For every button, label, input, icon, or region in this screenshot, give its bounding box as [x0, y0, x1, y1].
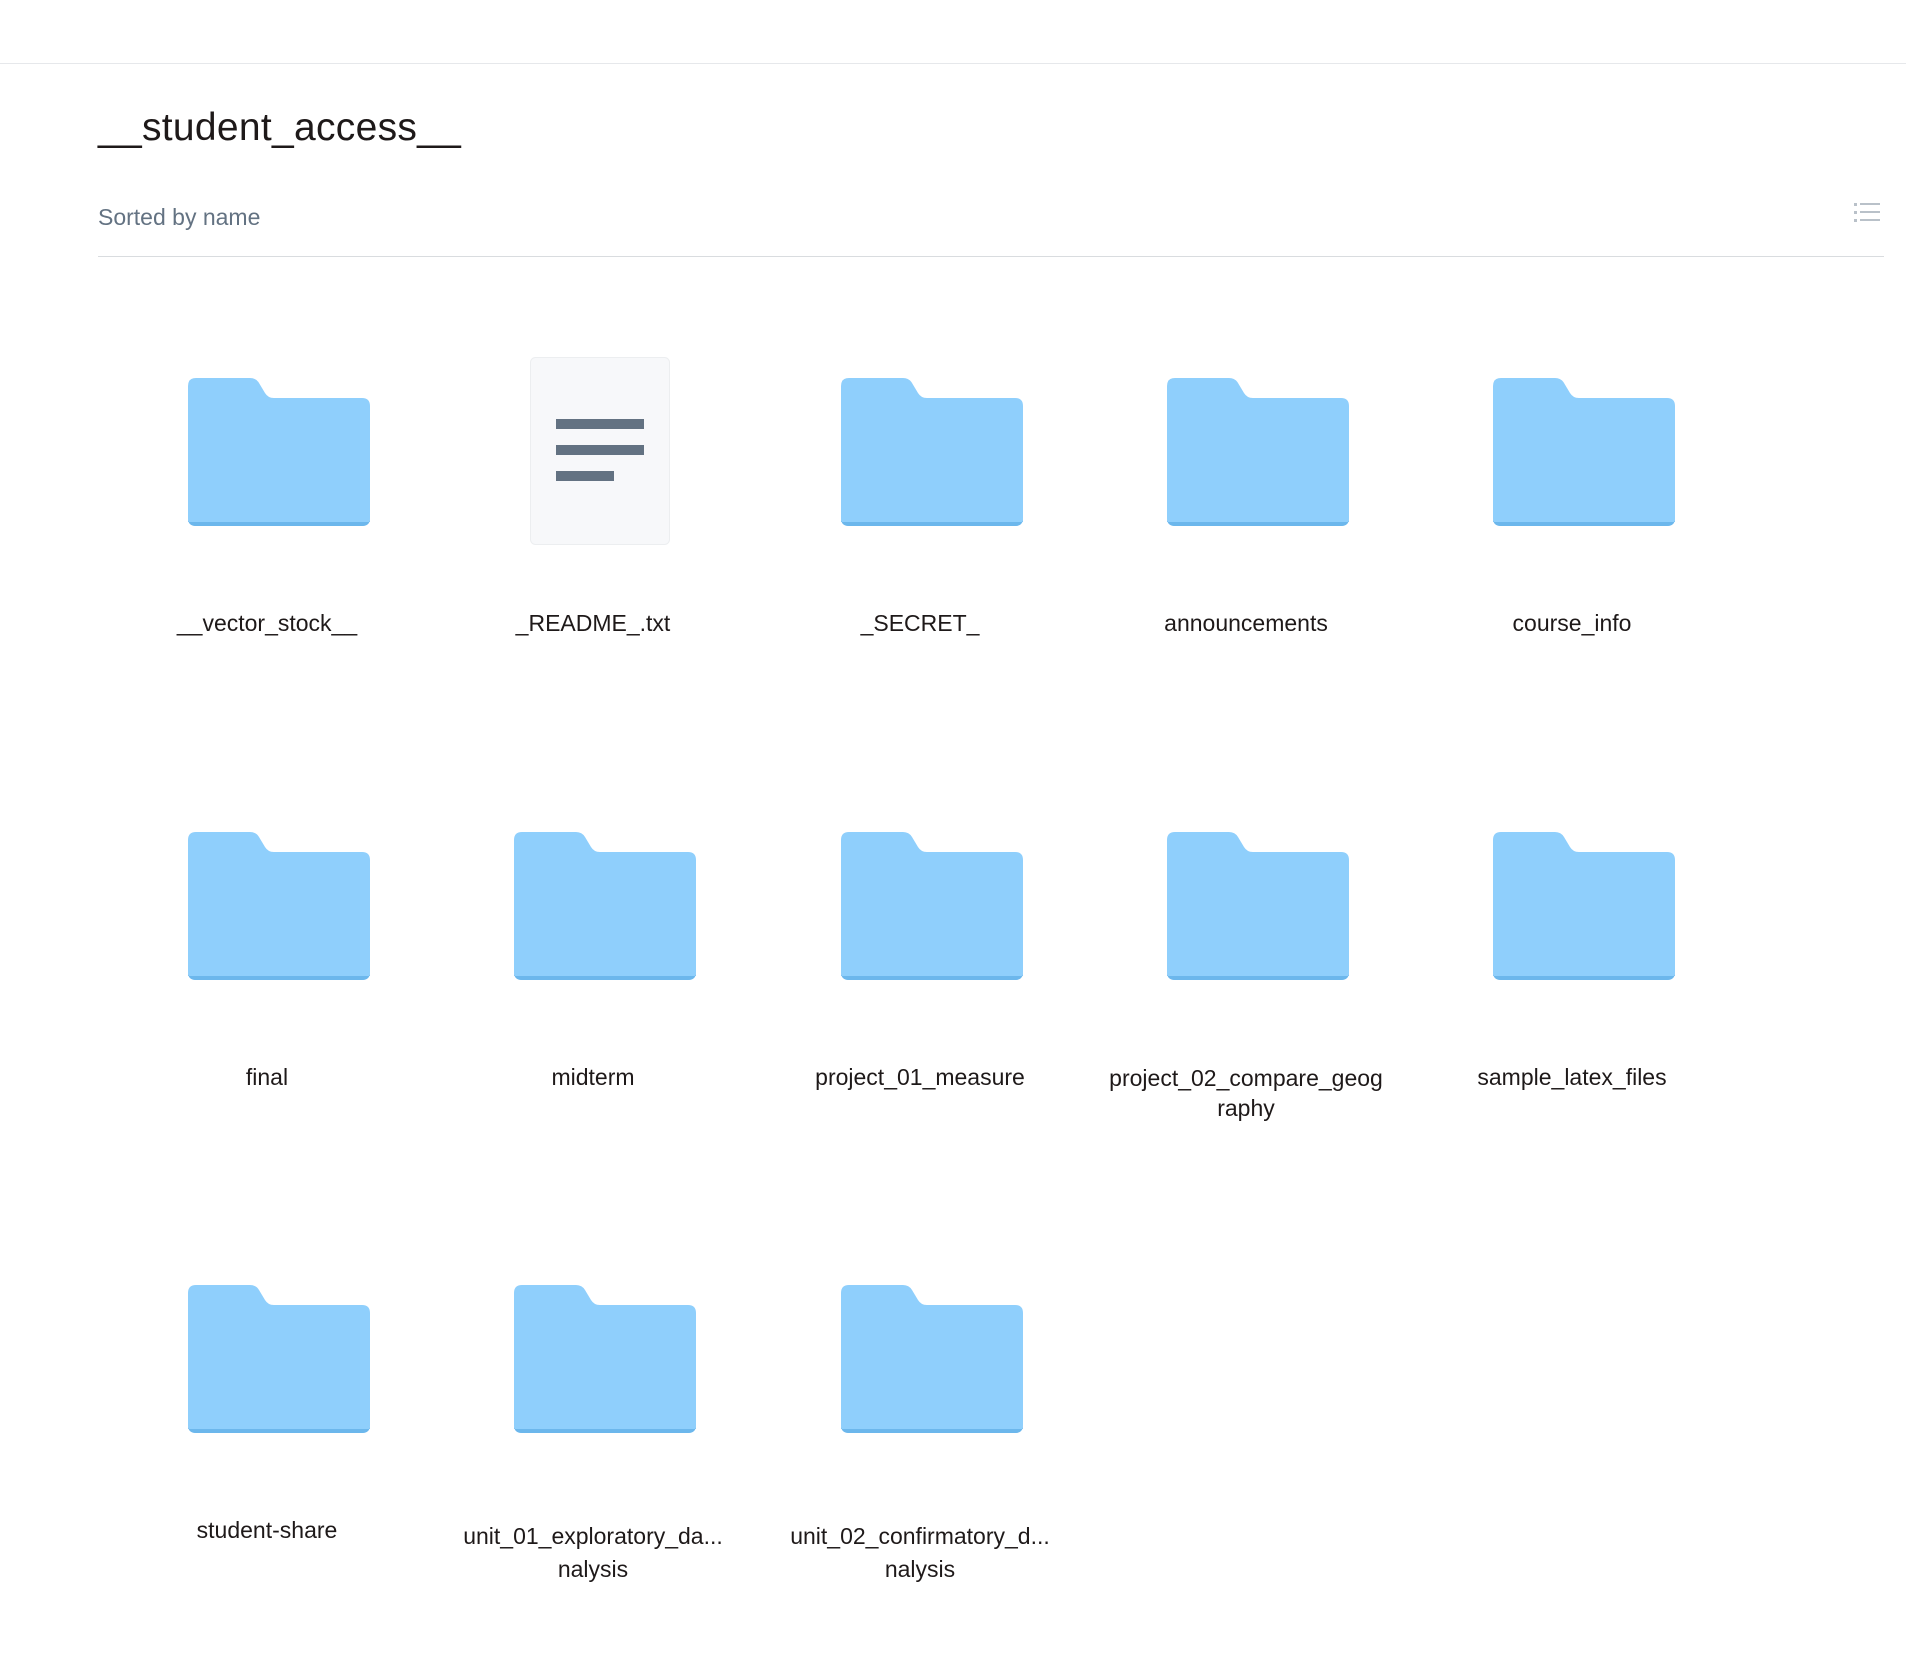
- item-name[interactable]: announcements: [1096, 609, 1396, 637]
- folder-icon: [1493, 378, 1675, 526]
- item-name[interactable]: midterm: [443, 1063, 743, 1091]
- grid-item-secret[interactable]: _SECRET_: [770, 339, 1070, 759]
- item-name[interactable]: student-share: [117, 1516, 417, 1544]
- grid-item-sample-latex[interactable]: sample_latex_files: [1422, 793, 1722, 1213]
- grid-item-readme[interactable]: _README_.txt: [443, 339, 743, 759]
- item-name[interactable]: final: [117, 1063, 417, 1091]
- grid-item-announcements[interactable]: announcements: [1096, 339, 1396, 759]
- grid-item-course-info[interactable]: course_info: [1422, 339, 1722, 759]
- folder-icon: [188, 378, 370, 526]
- folder-icon: [841, 832, 1023, 980]
- grid-item-vector-stock[interactable]: __vector_stock__: [117, 339, 417, 759]
- folder-icon: [1493, 832, 1675, 980]
- grid-item-unit-02[interactable]: unit_02_confirmatory_d... nalysis: [770, 1246, 1070, 1666]
- folder-icon: [1167, 832, 1349, 980]
- item-name[interactable]: unit_02_confirmatory_d... nalysis: [770, 1520, 1070, 1586]
- grid-item-midterm[interactable]: midterm: [443, 793, 743, 1213]
- item-name[interactable]: project_02_compare_geography: [1096, 1063, 1396, 1123]
- folder-icon: [514, 832, 696, 980]
- folder-icon: [1167, 378, 1349, 526]
- grid-item-project-02[interactable]: project_02_compare_geography: [1096, 793, 1396, 1213]
- folder-icon: [188, 832, 370, 980]
- grid-item-unit-01[interactable]: unit_01_exploratory_da... nalysis: [443, 1246, 743, 1666]
- grid-item-project-01[interactable]: project_01_measure: [770, 793, 1070, 1213]
- grid-item-final[interactable]: final: [117, 793, 417, 1213]
- item-name[interactable]: _SECRET_: [770, 609, 1070, 637]
- folder-icon: [841, 1285, 1023, 1433]
- text-file-icon: [530, 357, 670, 545]
- item-name[interactable]: _README_.txt: [443, 609, 743, 637]
- item-name[interactable]: course_info: [1422, 609, 1722, 637]
- item-name[interactable]: sample_latex_files: [1422, 1063, 1722, 1091]
- item-name[interactable]: __vector_stock__: [117, 609, 417, 637]
- folder-icon: [514, 1285, 696, 1433]
- folder-icon: [188, 1285, 370, 1433]
- item-name[interactable]: project_01_measure: [770, 1063, 1070, 1091]
- folder-icon: [841, 378, 1023, 526]
- file-grid: __vector_stock__ _README_.txt _SECRET_ a…: [0, 0, 1906, 1669]
- grid-item-student-share[interactable]: student-share: [117, 1246, 417, 1666]
- item-name[interactable]: unit_01_exploratory_da... nalysis: [443, 1520, 743, 1586]
